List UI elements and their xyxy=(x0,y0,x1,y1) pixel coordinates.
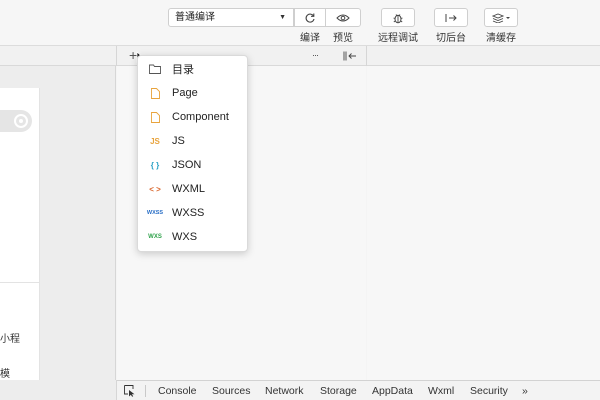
menu-item-js[interactable]: JS JS xyxy=(138,129,247,153)
clear-cache-button[interactable] xyxy=(484,8,518,27)
new-file-menu: 目录 Page Component JS JS { } JSON < > WXM… xyxy=(137,55,248,252)
divider xyxy=(0,282,40,283)
switch-background-icon xyxy=(445,13,457,22)
eye-icon xyxy=(336,14,350,21)
clear-cache-label: 清缓存 xyxy=(486,33,516,44)
menu-item-label: WXS xyxy=(172,231,198,243)
remote-debug-label: 远程调试 xyxy=(378,33,418,44)
tab-storage[interactable]: Storage xyxy=(320,381,357,400)
menu-item-label: JS xyxy=(172,135,185,147)
wxml-file-icon: < > xyxy=(149,184,161,194)
top-toolbar: 普通编译 ▼ 编译 预览 远程调试 切后台 清缓存 xyxy=(0,0,600,46)
js-file-icon: JS xyxy=(150,136,160,146)
divider xyxy=(116,46,117,66)
tab-wxml[interactable]: Wxml xyxy=(428,381,454,400)
menu-item-label: 目录 xyxy=(172,64,194,76)
tab-network[interactable]: Network xyxy=(265,381,304,400)
record-icon xyxy=(14,114,28,128)
simulator-footer xyxy=(0,380,117,400)
editor-pane xyxy=(367,66,600,380)
compile-mode-select[interactable]: 普通编译 ▼ xyxy=(168,8,294,27)
devtools-tab-bar: Console Sources Network Storage AppData … xyxy=(117,380,600,400)
menu-item-label: WXML xyxy=(172,183,205,195)
menu-item-label: Component xyxy=(172,111,229,123)
menu-item-json[interactable]: { } JSON xyxy=(138,153,247,177)
inspect-element-icon[interactable] xyxy=(124,385,136,397)
remote-debug-button[interactable] xyxy=(381,8,415,27)
preview-label: 预览 xyxy=(333,33,353,44)
folder-icon xyxy=(149,64,161,74)
menu-item-label: Page xyxy=(172,87,198,99)
simulator-text: 小程 xyxy=(0,334,20,345)
more-options-button[interactable]: ··· xyxy=(312,50,319,60)
switch-background-label: 切后台 xyxy=(436,33,466,44)
component-file-icon xyxy=(150,111,160,123)
layers-icon xyxy=(492,13,510,23)
bug-icon xyxy=(393,13,403,23)
capsule-button[interactable] xyxy=(0,110,32,132)
divider xyxy=(366,46,367,66)
refresh-icon xyxy=(305,13,315,23)
menu-item-label: WXSS xyxy=(172,207,205,219)
menu-item-folder[interactable]: 目录 xyxy=(138,57,247,81)
preview-button[interactable] xyxy=(325,8,361,27)
menu-item-wxss[interactable]: WXSS WXSS xyxy=(138,201,247,225)
tab-sources[interactable]: Sources xyxy=(212,381,251,400)
simulator-pane: 小程 模 xyxy=(0,66,116,380)
tab-console[interactable]: Console xyxy=(158,381,197,400)
more-tabs-button[interactable]: » xyxy=(522,381,528,400)
collapse-panel-icon[interactable] xyxy=(343,51,357,61)
simulator-text: 模 xyxy=(0,369,10,380)
page-file-icon xyxy=(150,87,160,99)
menu-item-component[interactable]: Component xyxy=(138,105,247,129)
compile-mode-value: 普通编译 xyxy=(175,12,215,23)
switch-background-button[interactable] xyxy=(434,8,468,27)
panel-header-bar: + ··· xyxy=(0,46,600,66)
menu-item-wxml[interactable]: < > WXML xyxy=(138,177,247,201)
wxss-file-icon: WXSS xyxy=(146,210,164,216)
menu-item-label: JSON xyxy=(172,159,202,171)
compile-button[interactable] xyxy=(294,8,326,27)
compile-label: 编译 xyxy=(300,33,320,44)
divider xyxy=(145,385,146,397)
chevron-down-icon: ▼ xyxy=(279,14,286,21)
json-file-icon: { } xyxy=(150,160,160,170)
wxs-file-icon: WXS xyxy=(148,234,162,240)
tab-security[interactable]: Security xyxy=(470,381,508,400)
menu-item-page[interactable]: Page xyxy=(138,81,247,105)
menu-item-wxs[interactable]: WXS WXS xyxy=(138,225,247,249)
tab-appdata[interactable]: AppData xyxy=(372,381,413,400)
